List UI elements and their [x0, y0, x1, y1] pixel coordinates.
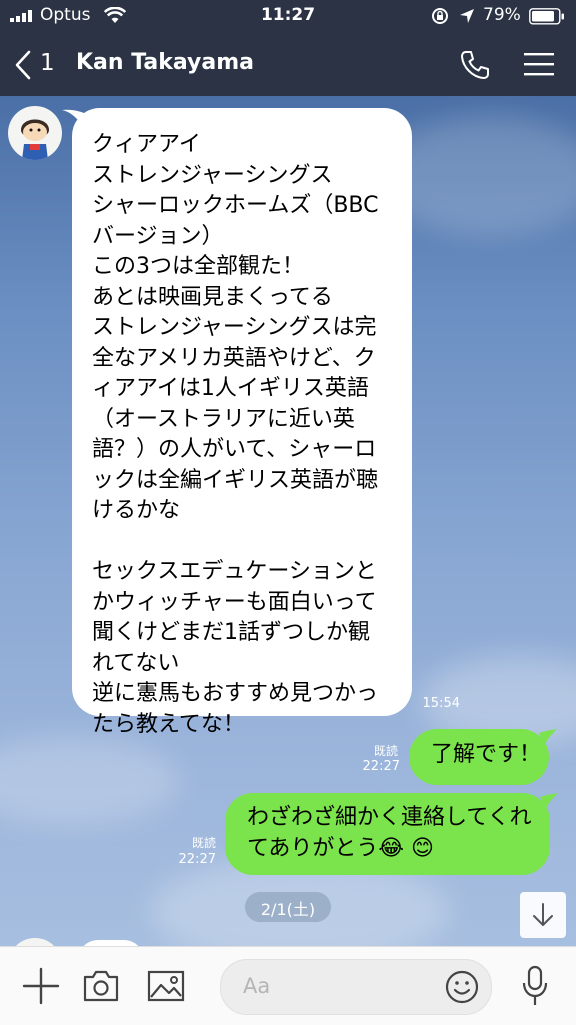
- status-bar: Optus 11:27 79%: [0, 0, 576, 32]
- message-outgoing[interactable]: わざわざ細かく連絡してくれ てありがとう😂 😊: [225, 793, 565, 875]
- camera-icon[interactable]: [82, 969, 120, 1003]
- back-chevron-icon: [14, 50, 32, 80]
- image-icon[interactable]: [147, 969, 185, 1003]
- message-time: 22:27: [362, 759, 400, 774]
- chat-header: 1 Kan Takayama: [0, 32, 576, 96]
- message-outgoing[interactable]: 了解です！: [409, 729, 557, 785]
- message-text: 了解です！: [431, 742, 542, 767]
- message-incoming[interactable]: クィアアイ ストレンジャーシングス シャーロックホームズ（BBC バージョン） …: [62, 108, 412, 737]
- arrow-down-icon: [532, 902, 554, 928]
- contact-avatar[interactable]: [8, 106, 62, 160]
- scroll-to-bottom-button[interactable]: [520, 892, 566, 938]
- emoji-icon[interactable]: [445, 970, 479, 1004]
- message-input-placeholder: Aa: [243, 974, 271, 998]
- input-bar: Aa: [0, 946, 576, 1025]
- rotation-lock-icon: [431, 7, 449, 25]
- date-separator-label: 2/1(土): [260, 900, 316, 919]
- message-time: 15:54: [422, 696, 460, 711]
- message-input[interactable]: Aa: [220, 959, 492, 1015]
- message-text: わざわざ細かく連絡してくれ てありがとう😂 😊: [247, 805, 532, 861]
- chat-title: Kan Takayama: [76, 50, 254, 75]
- message-time: 22:27: [178, 852, 216, 867]
- microphone-icon[interactable]: [520, 965, 550, 1007]
- read-receipt: 既読: [374, 744, 399, 758]
- menu-icon[interactable]: [524, 52, 554, 76]
- location-icon: [459, 8, 475, 24]
- back-unread-count: 1: [40, 50, 55, 76]
- read-receipt: 既読: [192, 836, 217, 850]
- back-button[interactable]: 1: [12, 46, 62, 82]
- battery-icon: [529, 8, 565, 25]
- battery-percent: 79%: [483, 5, 521, 25]
- contact-avatar[interactable]: [8, 938, 62, 946]
- phone-icon[interactable]: [459, 49, 491, 81]
- message-text: クィアアイ ストレンジャーシングス シャーロックホームズ（BBC バージョン） …: [92, 132, 379, 737]
- message-list[interactable]: クィアアイ ストレンジャーシングス シャーロックホームズ（BBC バージョン） …: [0, 96, 576, 946]
- plus-icon[interactable]: [22, 967, 60, 1005]
